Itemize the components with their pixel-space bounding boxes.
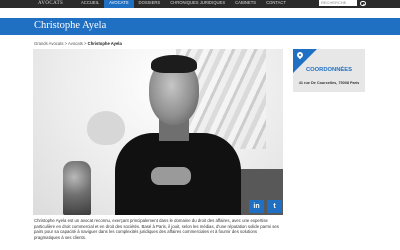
contact-card: COORDONNÉES 41 rue De Courcelles, 75008 … — [293, 49, 365, 92]
nav-item-contact[interactable]: CONTACT — [261, 0, 291, 8]
breadcrumb-current: Christophe Ayela — [87, 41, 122, 46]
contact-card-address: 41 rue De Courcelles, 75008 Paris — [298, 81, 360, 85]
lawyer-portrait-photo — [33, 49, 283, 215]
breadcrumb-link-grands-avocats[interactable]: Grands Avocats — [34, 41, 63, 46]
twitter-icon[interactable]: t — [267, 200, 282, 213]
breadcrumb: Grands Avocats > Avocats > Christophe Ay… — [34, 41, 122, 46]
photo-sculpture — [63, 161, 91, 215]
top-navigation-bar: AVOCATS ACCUEIL AVOCATS DOSSIERS CHRONIQ… — [0, 0, 400, 8]
lawyer-bio: Christophe Ayela est un avocat reconnu, … — [34, 218, 279, 241]
photo-person-hair — [151, 55, 197, 73]
page-title: Christophe Ayela — [34, 20, 107, 31]
social-share-buttons: in t — [246, 200, 282, 213]
breadcrumb-separator: > — [64, 41, 68, 46]
main-nav: ACCUEIL AVOCATS DOSSIERS CHRONIQUES JURI… — [76, 0, 291, 8]
breadcrumb-link-avocats[interactable]: Avocats — [68, 41, 83, 46]
breadcrumb-separator: > — [84, 41, 87, 46]
nav-item-chroniques-juridiques[interactable]: CHRONIQUES JURIDIQUES — [165, 0, 230, 8]
nav-item-accueil[interactable]: ACCUEIL — [76, 0, 104, 8]
site-logo[interactable]: AVOCATS — [38, 0, 63, 7]
search-input[interactable]: RECHERCHE — [319, 0, 357, 6]
photo-person-hands — [151, 167, 191, 185]
nav-item-cabinets[interactable]: CABINETS — [230, 0, 261, 8]
nav-item-avocats[interactable]: AVOCATS — [104, 0, 134, 8]
linkedin-icon[interactable]: in — [249, 200, 264, 213]
page-title-band: Christophe Ayela — [0, 18, 400, 35]
photo-lamp — [87, 111, 125, 145]
nav-item-dossiers[interactable]: DOSSIERS — [134, 0, 166, 8]
search-icon[interactable] — [357, 0, 367, 6]
contact-card-title: COORDONNÉES — [305, 67, 353, 73]
